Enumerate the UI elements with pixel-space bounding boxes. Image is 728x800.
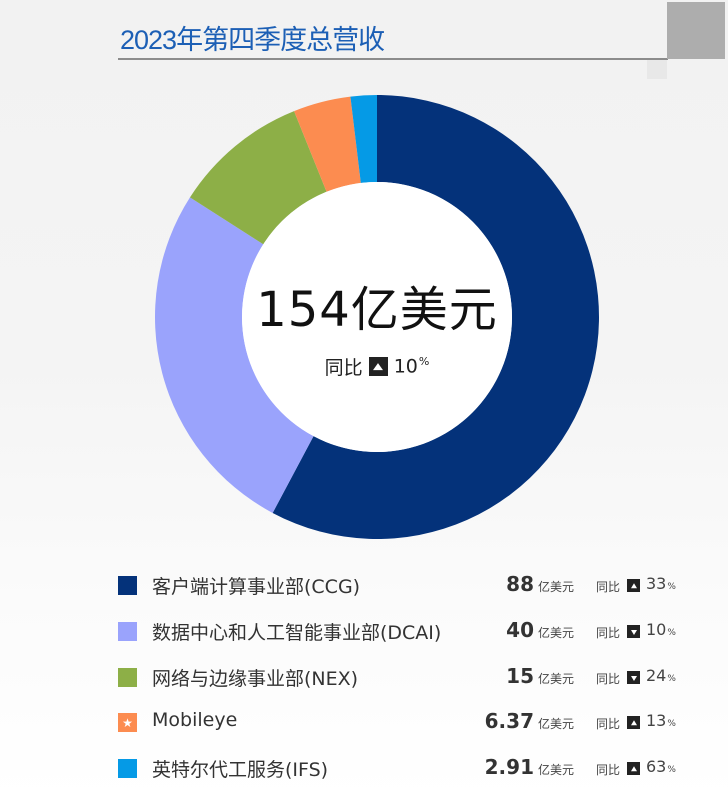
- legend-value: 40: [506, 618, 534, 642]
- legend-value: 15: [506, 664, 534, 688]
- legend-yoy-label: 同比: [596, 580, 621, 594]
- triangle-up-icon: [627, 579, 640, 592]
- legend-label: 数据中心和人工智能事业部(DCAI): [152, 622, 442, 644]
- legend-yoy-pct: 13%: [646, 711, 676, 730]
- legend-item: 数据中心和人工智能事业部(DCAI) 40 亿美元 同比 10%: [0, 615, 728, 645]
- triangle-down-icon: [627, 625, 640, 638]
- legend-yoy-pct: 33%: [646, 574, 676, 593]
- triangle-up-icon: [627, 762, 640, 775]
- legend-item: 客户端计算事业部(CCG) 88 亿美元 同比 33%: [0, 569, 728, 599]
- legend-unit: 亿美元: [538, 580, 575, 594]
- legend-yoy-label: 同比: [596, 672, 621, 686]
- legend-item: 网络与边缘事业部(NEX) 15 亿美元 同比 24%: [0, 661, 728, 691]
- star-swatch-icon: ★: [118, 713, 137, 732]
- legend-yoy-label: 同比: [596, 626, 621, 640]
- legend-item: 英特尔代工服务(IFS) 2.91 亿美元 同比 63%: [0, 752, 728, 782]
- legend-yoy-label: 同比: [596, 717, 621, 731]
- legend-label: 英特尔代工服务(IFS): [152, 759, 329, 781]
- color-swatch-icon: [118, 622, 137, 641]
- legend-unit: 亿美元: [538, 763, 575, 777]
- triangle-up-icon: [368, 357, 388, 376]
- legend-yoy-pct: 63%: [646, 757, 676, 776]
- legend-value: 88: [506, 572, 534, 596]
- color-swatch-icon: [118, 576, 137, 595]
- triangle-down-icon: [627, 671, 640, 684]
- legend-value: 6.37: [484, 709, 534, 733]
- legend-item: ★ Mobileye 6.37 亿美元 同比 13%: [0, 706, 728, 736]
- color-swatch-icon: [118, 668, 137, 687]
- legend-yoy-label: 同比: [596, 763, 621, 777]
- total-revenue: 154亿美元: [256, 282, 498, 338]
- yoy-label: 同比: [324, 357, 363, 379]
- legend-yoy-pct: 24%: [646, 666, 676, 685]
- legend-label: 网络与边缘事业部(NEX): [152, 668, 359, 690]
- legend-label: Mobileye: [152, 709, 238, 731]
- yoy-value: 10%: [393, 355, 430, 378]
- legend-unit: 亿美元: [538, 626, 575, 640]
- legend-value: 2.91: [484, 755, 534, 779]
- triangle-up-icon: [627, 716, 640, 729]
- color-swatch-icon: [118, 759, 137, 778]
- total-yoy: 同比 10%: [227, 353, 527, 380]
- legend-unit: 亿美元: [538, 672, 575, 686]
- legend-unit: 亿美元: [538, 717, 575, 731]
- legend-yoy-pct: 10%: [646, 620, 676, 639]
- legend-label: 客户端计算事业部(CCG): [152, 576, 361, 598]
